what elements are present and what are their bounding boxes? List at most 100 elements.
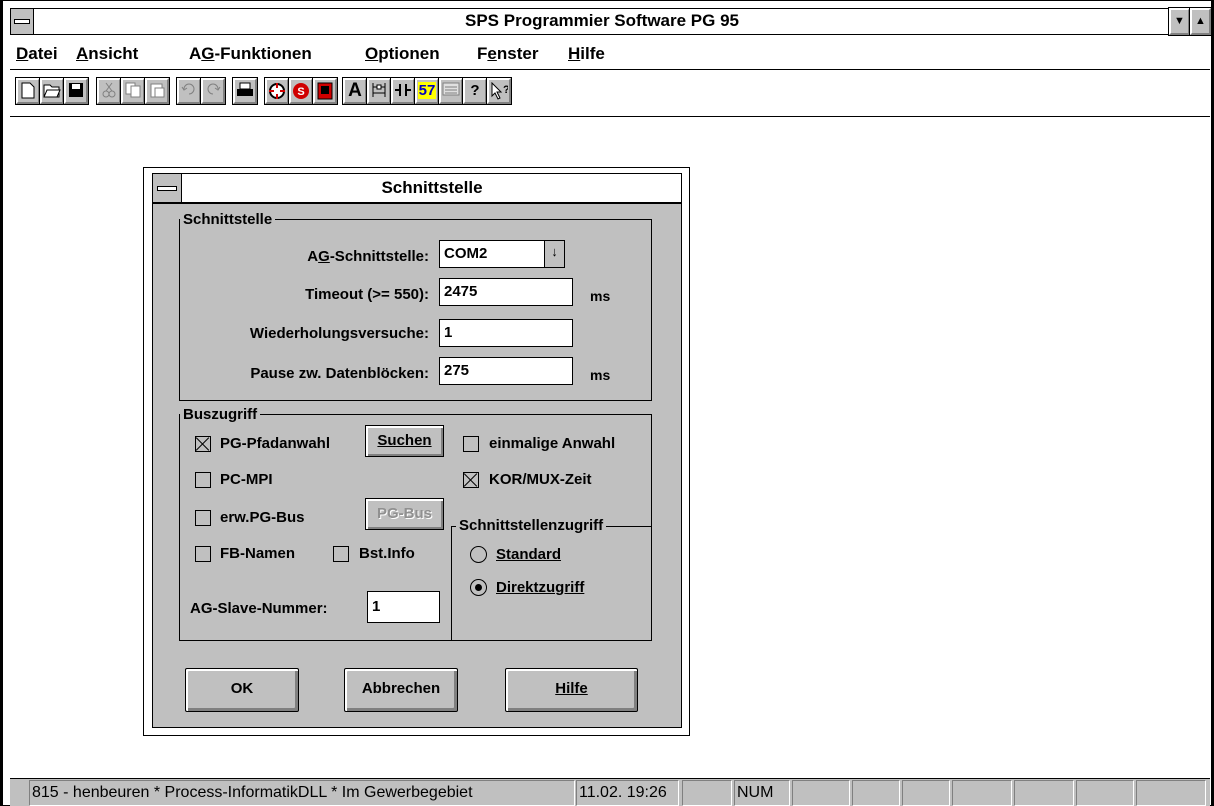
status-num: NUM bbox=[734, 780, 790, 806]
retries-input[interactable]: 1 bbox=[439, 319, 573, 347]
menu-datei[interactable]: Datei bbox=[16, 44, 58, 64]
text-a-icon: A bbox=[348, 80, 362, 101]
ag-interface-label: AG-Schnittstelle: bbox=[307, 248, 429, 265]
single-select-label: einmalige Anwahl bbox=[489, 435, 616, 452]
list-toolbar-button[interactable] bbox=[438, 77, 464, 105]
kor-mux-checkbox[interactable] bbox=[463, 472, 479, 488]
pg-bus-button[interactable]: PG-Bus bbox=[365, 498, 444, 530]
status-empty-1 bbox=[682, 780, 732, 806]
new-file-toolbar-button[interactable] bbox=[15, 77, 41, 105]
group-interface-label: Schnittstelle bbox=[180, 212, 276, 228]
status-empty-6 bbox=[1014, 780, 1074, 806]
s7-icon: 57 bbox=[417, 82, 437, 99]
menu-ansicht[interactable]: Ansicht bbox=[76, 44, 138, 64]
menu-fenster[interactable]: Fenster bbox=[477, 44, 538, 64]
cut-toolbar-button[interactable] bbox=[96, 77, 122, 105]
cut-icon bbox=[99, 82, 119, 98]
list-icon bbox=[441, 82, 461, 96]
new-file-icon bbox=[18, 82, 38, 99]
stop-toolbar-button[interactable]: S bbox=[288, 77, 314, 105]
dropdown-arrow-icon[interactable]: ↓ bbox=[544, 241, 564, 267]
contact-toolbar-button[interactable] bbox=[390, 77, 416, 105]
slave-number-input[interactable]: 1 bbox=[367, 591, 440, 623]
online-icon bbox=[267, 82, 287, 100]
bst-info-label: Bst.Info bbox=[359, 545, 415, 562]
copy-toolbar-button[interactable] bbox=[120, 77, 146, 105]
save-icon bbox=[66, 82, 86, 98]
kor-mux-label: KOR/MUX-Zeit bbox=[489, 471, 592, 488]
bst-info-checkbox[interactable] bbox=[333, 546, 349, 562]
pg-path-label: PG-Pfadanwahl bbox=[220, 435, 331, 452]
plc-icon bbox=[315, 82, 335, 100]
paste-toolbar-button[interactable] bbox=[144, 77, 170, 105]
pc-mpi-label: PC-MPI bbox=[220, 471, 273, 488]
ok-button[interactable]: OK bbox=[185, 668, 299, 712]
svg-text:?: ? bbox=[503, 84, 508, 96]
online-toolbar-button[interactable] bbox=[264, 77, 290, 105]
s7-toolbar-button[interactable]: 57 bbox=[414, 77, 440, 105]
status-empty-7 bbox=[1076, 780, 1134, 806]
minimize-button[interactable]: ▼ bbox=[1168, 7, 1191, 36]
direct-access-label: Direktzugriff bbox=[496, 579, 585, 596]
context-help-toolbar-button[interactable]: ? bbox=[486, 77, 512, 105]
print-toolbar-button[interactable] bbox=[232, 77, 258, 105]
group-access-label: Schnittstellenzugriff bbox=[456, 518, 607, 534]
open-folder-toolbar-button[interactable] bbox=[39, 77, 65, 105]
interface-dialog: Schnittstelle Schnittstelle AG-Schnittst… bbox=[143, 167, 690, 736]
system-menu-button[interactable] bbox=[10, 8, 34, 35]
ext-pg-bus-label: erw.PG-Bus bbox=[220, 509, 305, 526]
paste-icon bbox=[147, 82, 167, 98]
contact-icon bbox=[393, 82, 413, 98]
dialog-system-menu-button[interactable] bbox=[152, 173, 182, 203]
menu-hilfe[interactable]: Hilfe bbox=[568, 44, 605, 64]
timeout-input[interactable]: 2475 bbox=[439, 278, 573, 306]
help-toolbar-button[interactable]: ? bbox=[462, 77, 488, 105]
slave-number-label: AG-Slave-Nummer: bbox=[190, 600, 328, 617]
cancel-button[interactable]: Abbrechen bbox=[344, 668, 458, 712]
standard-radio[interactable] bbox=[470, 546, 487, 563]
save-toolbar-button[interactable] bbox=[63, 77, 89, 105]
help-button[interactable]: Hilfe bbox=[505, 668, 638, 712]
redo-toolbar-button[interactable] bbox=[200, 77, 226, 105]
application-window: SPS Programmier Software PG 95 ▼ ▲ Datei… bbox=[0, 0, 1214, 806]
pause-label: Pause zw. Datenblöcken: bbox=[250, 365, 429, 382]
group-bus-label: Buszugriff bbox=[180, 407, 261, 423]
pause-input[interactable]: 275 bbox=[439, 357, 573, 385]
standard-label: Standard bbox=[496, 546, 562, 563]
redo-icon bbox=[203, 82, 223, 96]
maximize-button[interactable]: ▲ bbox=[1189, 7, 1212, 36]
search-button[interactable]: Suchen bbox=[365, 425, 444, 457]
ag-interface-select[interactable]: COM2 ↓ bbox=[439, 240, 565, 268]
help-icon: ? bbox=[470, 82, 480, 99]
pause-unit: ms bbox=[590, 367, 611, 383]
ag-interface-value: COM2 bbox=[444, 245, 488, 262]
pc-mpi-checkbox[interactable] bbox=[195, 472, 211, 488]
direct-access-radio[interactable] bbox=[470, 579, 487, 596]
svg-text:S: S bbox=[297, 86, 304, 98]
ext-pg-bus-checkbox[interactable] bbox=[195, 510, 211, 526]
status-empty-3 bbox=[852, 780, 900, 806]
retries-label: Wiederholungsversuche: bbox=[249, 325, 429, 342]
dialog-body: Schnittstelle AG-Schnittstelle: COM2 ↓ T… bbox=[152, 203, 682, 728]
fb-names-label: FB-Namen bbox=[220, 545, 296, 562]
timeout-unit: ms bbox=[590, 288, 611, 304]
status-empty-2 bbox=[792, 780, 850, 806]
status-empty-4 bbox=[902, 780, 950, 806]
pg-path-checkbox[interactable] bbox=[195, 436, 211, 452]
undo-toolbar-button[interactable] bbox=[176, 77, 202, 105]
stop-icon: S bbox=[291, 82, 311, 100]
copy-icon bbox=[123, 82, 143, 98]
fb-names-checkbox[interactable] bbox=[195, 546, 211, 562]
status-bar: 815 - henbeuren * Process-InformatikDLL … bbox=[10, 778, 1210, 806]
dialog-title: Schnittstelle bbox=[381, 178, 483, 197]
menu-optionen[interactable]: Optionen bbox=[365, 44, 440, 64]
status-datetime: 11.02. 19:26 bbox=[576, 780, 679, 806]
text-a-toolbar-button[interactable]: A bbox=[342, 77, 368, 105]
plc-toolbar-button[interactable] bbox=[312, 77, 338, 105]
single-select-checkbox[interactable] bbox=[463, 436, 479, 452]
ladder-toolbar-button[interactable] bbox=[366, 77, 392, 105]
open-folder-icon bbox=[42, 82, 62, 98]
print-icon bbox=[235, 82, 255, 98]
menu-ag-funktionen[interactable]: AG-Funktionen bbox=[189, 44, 312, 64]
status-empty-5 bbox=[952, 780, 1012, 806]
